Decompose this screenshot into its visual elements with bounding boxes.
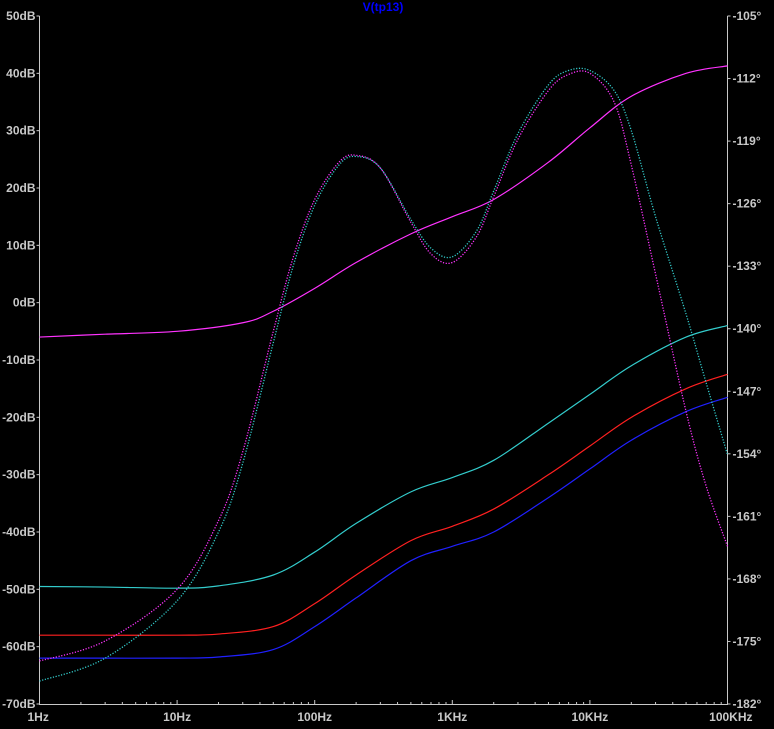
y-right-tick-label: -133° <box>733 259 762 273</box>
x-tick-label: 10Hz <box>163 710 191 724</box>
y-left-tick-label: -60dB <box>2 640 36 654</box>
y-left-tick-label: -30dB <box>2 468 36 482</box>
y-left-tick-label: -50dB <box>2 582 36 596</box>
y-right-tick-label: -154° <box>733 447 762 461</box>
y-right-tick-label: -182° <box>733 697 762 711</box>
y-right-tick-label: -112° <box>733 72 761 86</box>
y-left-tick-label: -20dB <box>2 410 36 424</box>
x-tick-label: 100Hz <box>297 710 332 724</box>
x-tick-label: 10KHz <box>572 710 609 724</box>
chart-plot: 50dB 40dB 30dB 20dB 10dB 0dB -10dB -20dB -30dB -4… <box>0 0 774 729</box>
y-right-tick-label: -147° <box>733 384 762 398</box>
y-left-tick-label: 20dB <box>6 181 36 195</box>
y-left-tick-label: 40dB <box>6 66 36 80</box>
y-left-tick-label: 10dB <box>6 238 36 252</box>
y-right-tick-label: -161° <box>733 509 762 523</box>
y-right-tick-label: -105° <box>733 9 762 23</box>
y-left-tick-label: 50dB <box>6 9 36 23</box>
y-right-tick-label: -119° <box>733 134 761 148</box>
y-right-tick-label: -168° <box>733 572 762 586</box>
x-tick-label: 1KHz <box>437 710 467 724</box>
y-right-tick-label: -175° <box>733 634 762 648</box>
y-left-tick-label: 30dB <box>6 124 36 138</box>
y-left-tick-label: 0dB <box>13 296 36 310</box>
y-left-tick-label: -10dB <box>2 353 36 367</box>
y-left-tick-label: -70dB <box>2 697 36 711</box>
y-right-tick-label: -126° <box>733 197 762 211</box>
x-tick-label: 1Hz <box>28 710 49 724</box>
y-right-tick-label: -140° <box>733 322 762 336</box>
y-left-tick-label: -40dB <box>2 525 36 539</box>
chart-background <box>0 0 774 729</box>
chart-title: V(tp13) <box>363 0 404 14</box>
x-tick-label: 100KHz <box>709 710 752 724</box>
